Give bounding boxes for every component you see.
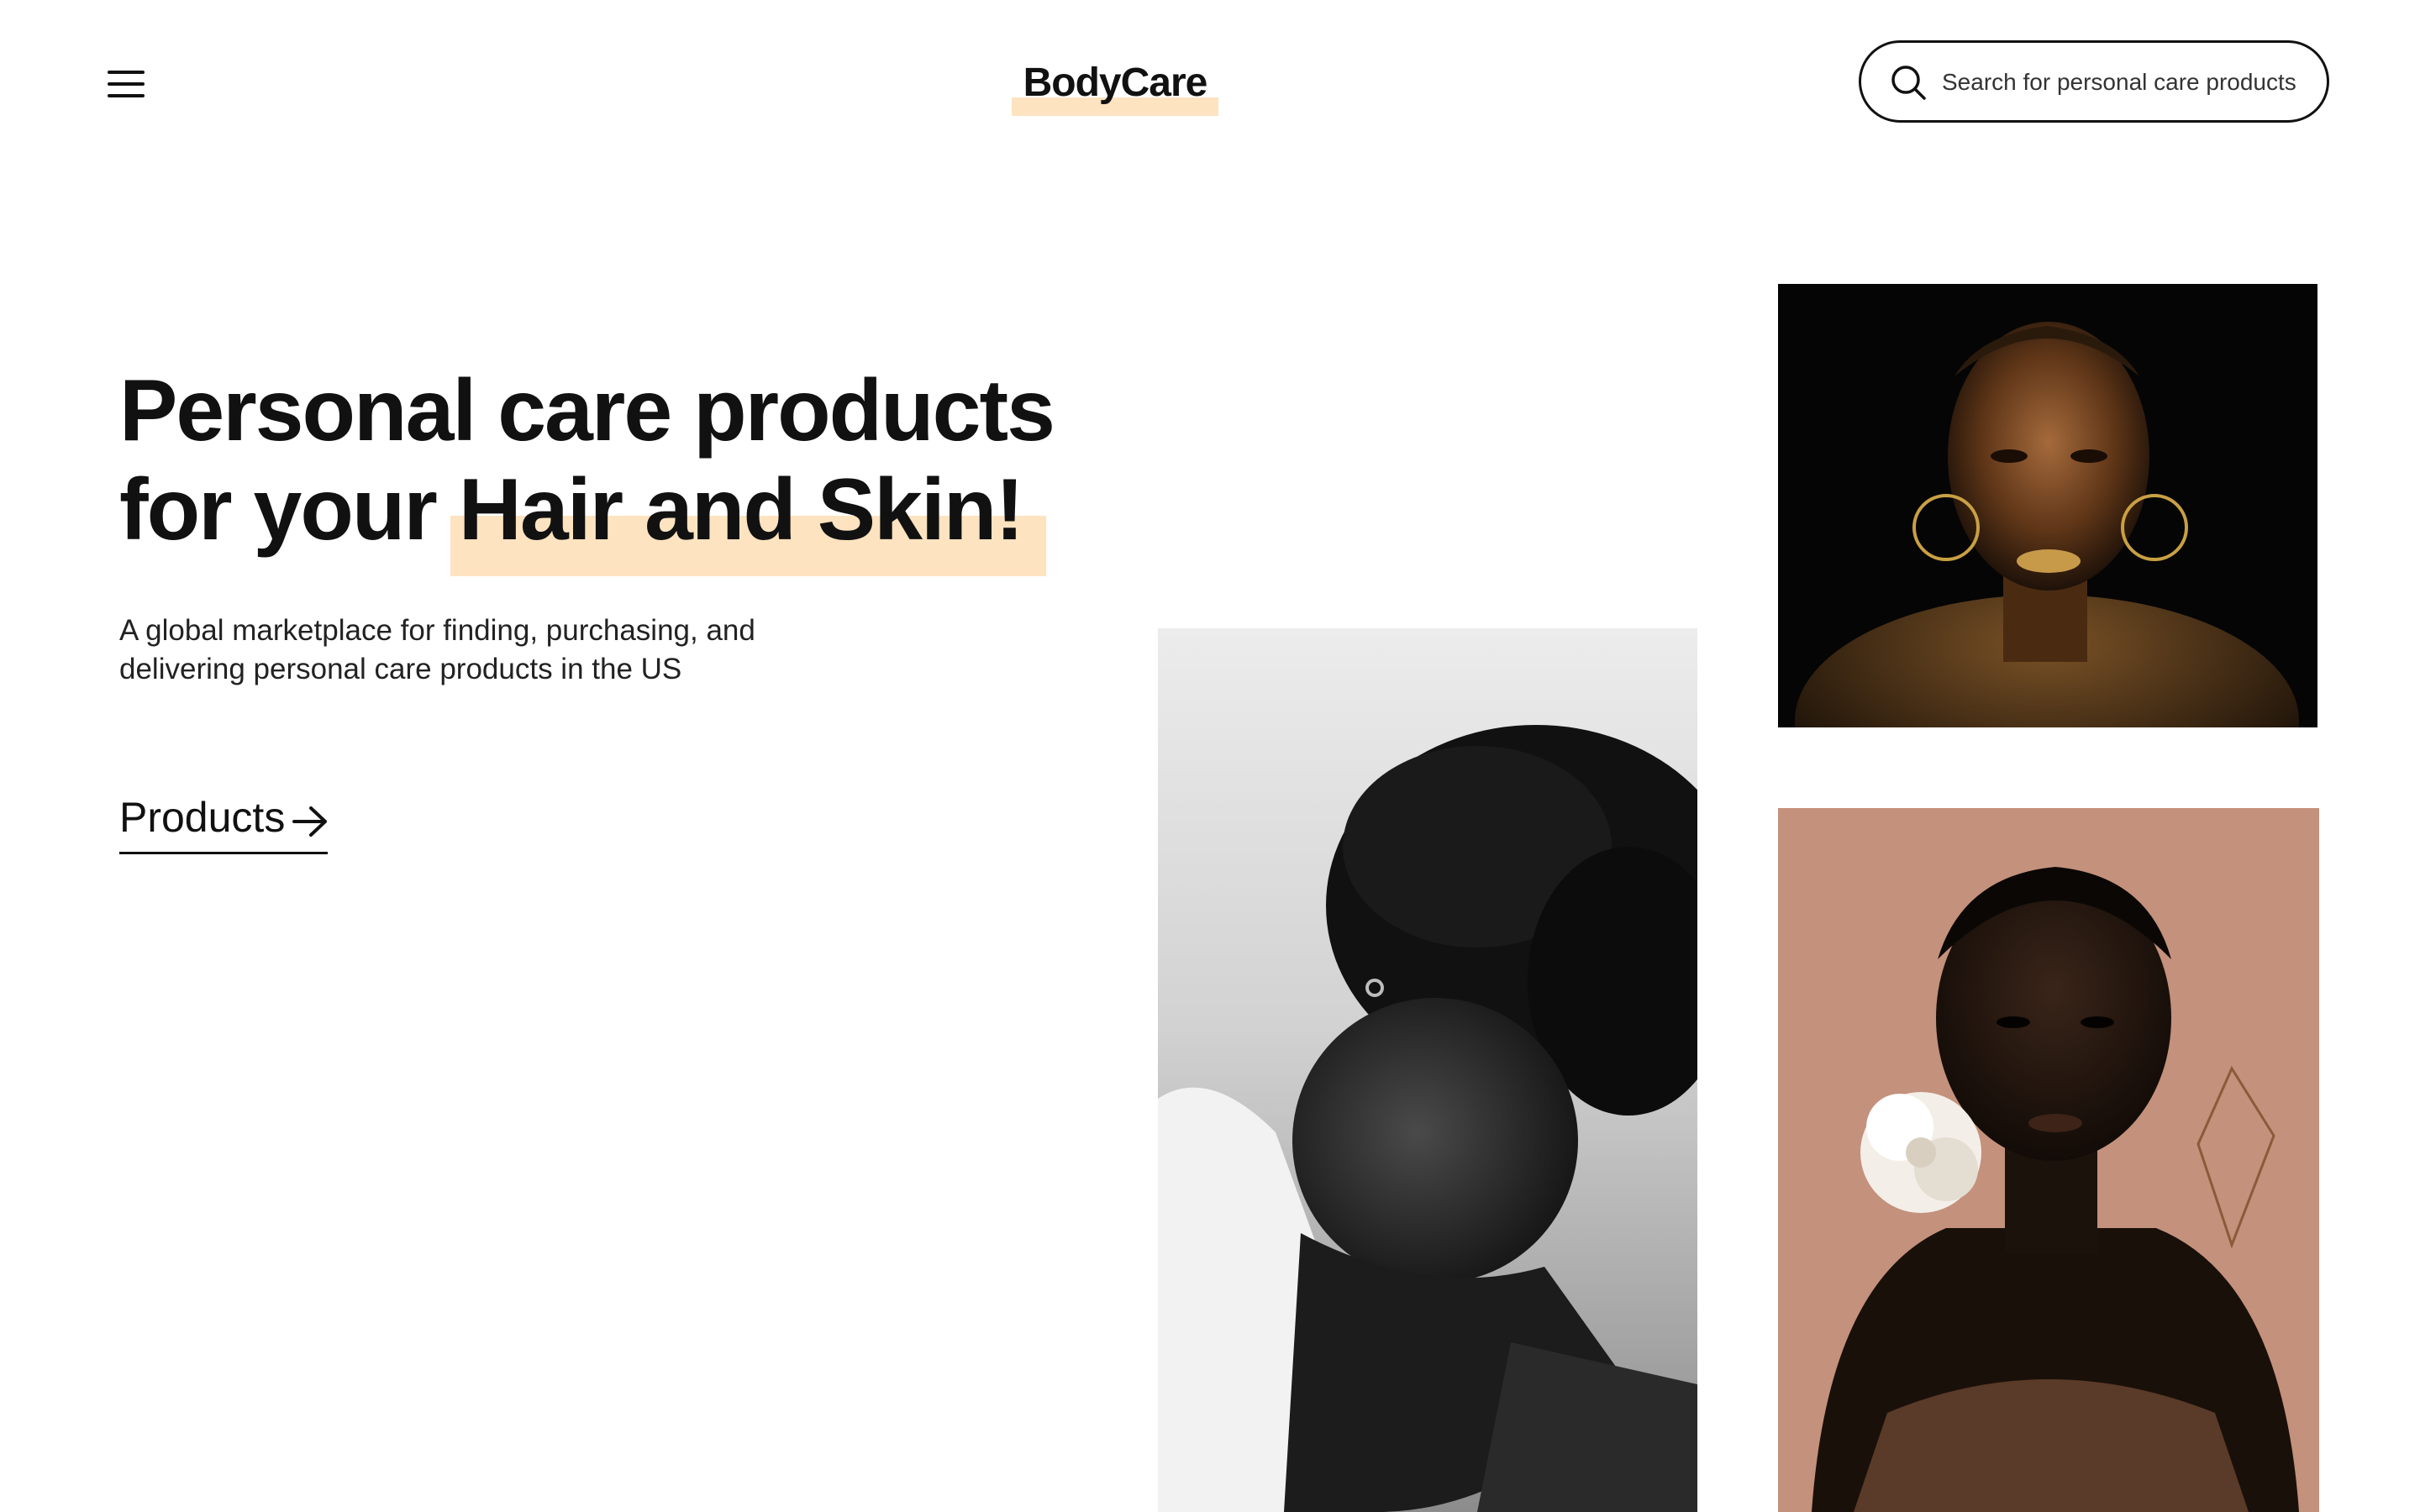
page: BodyCare Personal care products for your…	[0, 0, 2420, 1512]
search-bar[interactable]	[1859, 40, 2329, 123]
products-link-label[interactable]: Products	[119, 790, 285, 845]
search-icon[interactable]	[1888, 62, 1928, 102]
logo-text[interactable]: BodyCare	[1012, 55, 1218, 111]
arrow-right-icon[interactable]	[291, 805, 329, 838]
photo-woman-white-flower	[1778, 808, 2319, 1512]
headline-line-1: Personal care products	[119, 362, 1055, 459]
hero-headline: Personal care products for your Hair and…	[119, 361, 1055, 576]
hero-subtext: A global marketplace for finding, purcha…	[119, 614, 755, 685]
logo[interactable]: BodyCare	[1012, 55, 1218, 118]
hamburger-menu-icon[interactable]	[108, 71, 145, 97]
headline-line-2-prefix: for your	[119, 461, 459, 559]
products-link[interactable]: Products	[119, 790, 329, 857]
search-input[interactable]	[1942, 61, 2312, 103]
photo-woman-gold-makeup	[1778, 284, 2317, 727]
products-link-underline	[119, 852, 328, 854]
photo-woman-black-and-white	[1158, 628, 1697, 1512]
headline-line-2: for your Hair and Skin!	[119, 460, 1054, 576]
headline-highlight: Hair and Skin!	[450, 461, 1047, 576]
